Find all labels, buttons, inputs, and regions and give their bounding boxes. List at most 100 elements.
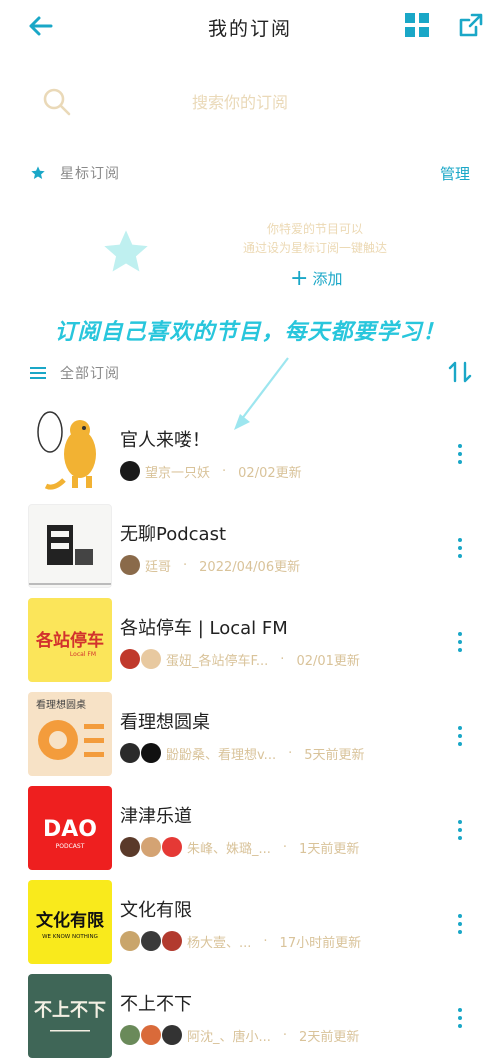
podcast-title: 文化有限 (120, 900, 192, 921)
podcast-hosts: 朱峰、姝璐_... (187, 841, 271, 857)
podcast-cover: 各站停车 Local FM (28, 598, 112, 682)
avatar (120, 743, 140, 763)
meta-separator: · (222, 463, 227, 479)
more-vertical-icon (458, 914, 462, 918)
add-starred-button[interactable]: + 添加 (290, 265, 342, 291)
podcast-updated: 1天前更新 (299, 841, 360, 857)
more-options-button[interactable] (450, 434, 470, 474)
more-vertical-icon (458, 726, 462, 730)
list-item[interactable]: 各站停车 Local FM 各站停车 | Local FM 蛋妞_各站停车F..… (0, 598, 500, 688)
more-vertical-icon (458, 444, 462, 448)
search-input[interactable] (192, 92, 412, 112)
podcast-cover (28, 410, 112, 494)
podcast-meta: 阿沈_、唐小... · 2天前更新 (120, 1024, 359, 1046)
cover-text: 文化有限 (36, 910, 104, 931)
avatar (162, 931, 182, 951)
podcast-cover: DAO PODCAST (28, 786, 112, 870)
podcast-updated: 2022/04/06更新 (199, 559, 301, 575)
podcast-title: 津津乐道 (120, 806, 192, 827)
grid-view-icon (405, 13, 429, 37)
host-avatars (120, 931, 183, 951)
podcast-title: 不上不下 (120, 994, 192, 1015)
podcast-updated: 02/01更新 (296, 653, 360, 669)
more-options-button[interactable] (450, 528, 470, 568)
list-item[interactable]: 看理想圆桌 看理想圆桌 鼢鼢桑、看理想v... · 5天前更新 (0, 692, 500, 782)
avatar (120, 555, 140, 575)
podcast-meta: 朱峰、姝璐_... · 1天前更新 (120, 836, 359, 858)
meta-separator: · (282, 1027, 288, 1043)
avatar (141, 743, 161, 763)
podcast-title: 官人来喽！ (120, 430, 210, 451)
meta-separator: · (183, 557, 188, 573)
avatar (141, 649, 161, 669)
sort-button[interactable] (448, 360, 472, 384)
podcast-updated: 2天前更新 (299, 1029, 360, 1045)
sort-icon (448, 361, 472, 383)
podcast-title: 看理想圆桌 (120, 712, 210, 733)
podcast-title: 各站停车 | Local FM (120, 618, 288, 639)
podcast-meta: 望京一只妖 · 02/02更新 (120, 460, 302, 482)
search-bar[interactable] (30, 80, 470, 124)
more-options-button[interactable] (450, 622, 470, 662)
podcast-cover (28, 504, 112, 588)
more-options-button[interactable] (450, 904, 470, 944)
podcast-hosts: 望京一只妖 (145, 465, 211, 481)
podcast-updated: 17小时前更新 (279, 935, 362, 951)
all-subscriptions-label: 全部订阅 (60, 366, 120, 382)
more-options-button[interactable] (450, 810, 470, 850)
more-options-button[interactable] (450, 716, 470, 756)
avatar (162, 837, 182, 857)
avatar (120, 837, 140, 857)
list-item[interactable]: 不上不下 不上不下 阿沈_、唐小... · 2天前更新 (0, 974, 500, 1060)
more-options-button[interactable] (450, 998, 470, 1038)
manage-link[interactable]: 管理 (440, 163, 470, 184)
podcast-meta: 廷哥 · 2022/04/06更新 (120, 554, 300, 576)
list-item[interactable]: DAO PODCAST 津津乐道 朱峰、姝璐_... · 1天前更新 (0, 786, 500, 876)
host-avatars (120, 461, 141, 481)
host-avatars (120, 555, 141, 575)
starred-empty-text: 你特爱的节目可以 通过设为星标订阅一键触达 (242, 222, 387, 255)
plus-icon: + (290, 265, 309, 291)
podcast-cover: 文化有限 WE KNOW NOTHING (28, 880, 112, 964)
cover-subtext: PODCAST (56, 843, 85, 850)
search-icon (43, 88, 71, 116)
more-vertical-icon (458, 820, 462, 824)
podcast-hosts: 廷哥 (145, 559, 172, 575)
all-subscriptions-header: 全部订阅 (30, 360, 470, 386)
host-avatars (120, 649, 162, 669)
cover-subtext: Local FM (70, 651, 96, 658)
avatar (141, 931, 161, 951)
podcast-updated: 02/02更新 (238, 465, 302, 481)
list-item[interactable]: 无聊Podcast 廷哥 · 2022/04/06更新 (0, 504, 500, 594)
list-icon (30, 367, 46, 379)
cover-text: 各站停车 (35, 630, 104, 651)
avatar (141, 837, 161, 857)
share-out-icon (459, 13, 483, 37)
cover-text: 看理想圆桌 (36, 698, 86, 711)
podcast-hosts: 鼢鼢桑、看理想v... (166, 747, 277, 763)
promo-banner: 订阅自己喜欢的节目，每天都要学习！ (54, 320, 446, 345)
star-icon (31, 166, 45, 179)
meta-separator: · (282, 839, 288, 855)
share-button[interactable] (456, 10, 486, 40)
list-item[interactable]: 文化有限 WE KNOW NOTHING 文化有限 杨大壹、... · 17小时… (0, 880, 500, 970)
grid-view-button[interactable] (402, 10, 432, 40)
avatar (141, 1025, 161, 1045)
meta-separator: · (280, 651, 285, 667)
host-avatars (120, 1025, 183, 1045)
avatar (120, 649, 140, 669)
meta-separator: · (263, 933, 268, 949)
meta-separator: · (288, 745, 293, 761)
podcast-hosts: 杨大壹、... (187, 935, 252, 951)
list-item[interactable]: 官人来喽！ 望京一只妖 · 02/02更新 (0, 410, 500, 500)
avatar (162, 1025, 182, 1045)
podcast-hosts: 蛋妞_各站停车F... (166, 653, 269, 669)
podcast-hosts: 阿沈_、唐小... (187, 1029, 271, 1045)
cover-text: 不上不下 (34, 1000, 106, 1021)
podcast-meta: 杨大壹、... · 17小时前更新 (120, 930, 361, 952)
cover-subtext: WE KNOW NOTHING (42, 934, 98, 940)
avatar (120, 461, 140, 481)
podcast-meta: 鼢鼢桑、看理想v... · 5天前更新 (120, 742, 365, 764)
starred-label: 星标订阅 (60, 166, 120, 182)
empty-star-icon (104, 230, 148, 272)
